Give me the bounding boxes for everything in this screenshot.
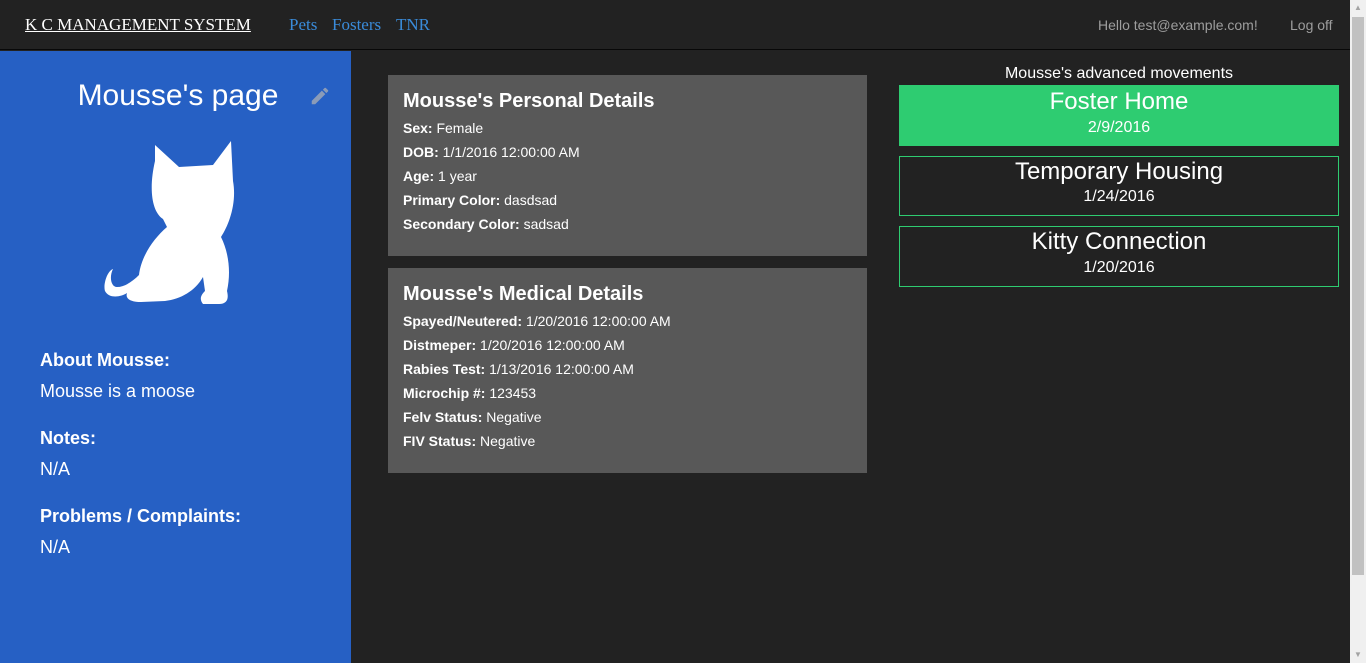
detail-label: Spayed/Neutered: [403,313,523,329]
movement-name: Kitty Connection [1031,228,1207,255]
detail-row: FIV Status: Negative [403,433,535,449]
top-navbar: K C MANAGEMENT SYSTEM Pets Fosters TNR H… [0,0,1350,50]
detail-label: Felv Status: [403,409,483,425]
detail-label: FIV Status: [403,433,477,449]
pet-sidebar: Mousse's page About Mousse: Mousse is a … [0,51,351,663]
detail-value: 1/1/2016 12:00:00 AM [442,144,580,160]
detail-row: DOB: 1/1/2016 12:00:00 AM [403,144,580,160]
detail-row: Distmeper: 1/20/2016 12:00:00 AM [403,337,625,353]
scroll-up-arrow-icon[interactable]: ▲ [1350,0,1366,16]
movement-date: 1/24/2016 [1083,188,1155,205]
detail-label: Microchip #: [403,385,486,401]
personal-details-card: Mousse's Personal Details Sex: Female DO… [388,75,867,256]
user-greeting-link[interactable]: Hello test@example.com! [1098,17,1258,33]
scrollbar-thumb[interactable] [1352,17,1364,575]
detail-label: Secondary Color: [403,216,520,232]
detail-value: 1/20/2016 12:00:00 AM [480,337,625,353]
detail-row: Felv Status: Negative [403,409,542,425]
brand-link[interactable]: K C MANAGEMENT SYSTEM [25,15,251,35]
nav-link-tnr[interactable]: TNR [396,15,430,35]
detail-value: Negative [486,409,542,425]
detail-label: Rabies Test: [403,361,486,377]
detail-row: Spayed/Neutered: 1/20/2016 12:00:00 AM [403,313,671,329]
movements-title: Mousse's advanced movements [1004,65,1234,82]
vertical-scrollbar[interactable]: ▲ ▼ [1350,0,1366,663]
nav-link-pets[interactable]: Pets [289,15,317,35]
movement-card-temporary-housing[interactable]: Temporary Housing 1/24/2016 [899,156,1339,216]
about-label: About Mousse: [40,350,170,370]
about-value: Mousse is a moose [40,381,196,401]
scroll-down-arrow-icon[interactable]: ▼ [1350,647,1366,663]
detail-value: 1 year [438,168,477,184]
logoff-link[interactable]: Log off [1290,17,1333,33]
movement-card-kitty-connection[interactable]: Kitty Connection 1/20/2016 [899,226,1339,287]
detail-value: 1/20/2016 12:00:00 AM [525,313,671,329]
pencil-icon[interactable] [309,85,331,107]
medical-details-card: Mousse's Medical Details Spayed/Neutered… [388,268,867,473]
detail-row: Age: 1 year [403,168,477,184]
detail-label: DOB: [403,144,439,160]
detail-value: 123453 [489,385,537,401]
detail-label: Primary Color: [403,192,501,208]
problems-label: Problems / Complaints: [40,506,242,526]
detail-label: Age: [403,168,435,184]
detail-value: Negative [480,433,536,449]
detail-row: Microchip #: 123453 [403,385,536,401]
detail-label: Sex: [403,120,433,136]
detail-value: dasdsad [504,192,558,208]
movement-name: Temporary Housing [1014,158,1224,185]
cat-silhouette-icon [104,141,235,304]
notes-label: Notes: [40,428,97,448]
detail-row: Secondary Color: sadsad [403,216,569,232]
movement-date: 1/20/2016 [1083,259,1155,276]
nav-link-fosters[interactable]: Fosters [332,15,381,35]
personal-details-title: Mousse's Personal Details [403,90,655,112]
medical-details-title: Mousse's Medical Details [403,283,644,305]
problems-value: N/A [40,537,71,557]
detail-row: Sex: Female [403,120,483,136]
movement-name: Foster Home [1049,88,1189,115]
movement-card-foster-home[interactable]: Foster Home 2/9/2016 [899,85,1339,146]
detail-row: Rabies Test: 1/13/2016 12:00:00 AM [403,361,634,377]
detail-value: sadsad [523,216,569,232]
detail-value: Female [436,120,484,136]
detail-row: Primary Color: dasdsad [403,192,557,208]
movement-date: 2/9/2016 [1087,119,1151,136]
notes-value: N/A [40,459,71,479]
detail-value: 1/13/2016 12:00:00 AM [489,361,634,377]
page-title: Mousse's page [77,79,279,112]
detail-label: Distmeper: [403,337,477,353]
